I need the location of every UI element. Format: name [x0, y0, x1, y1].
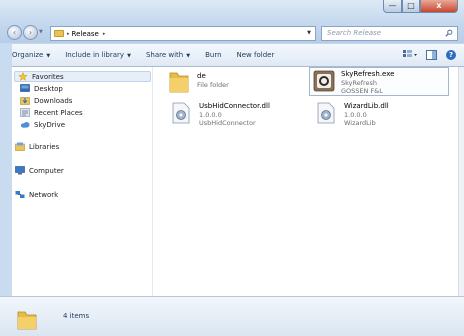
dll-gear-icon	[172, 102, 190, 124]
file-item-de[interactable]: de File folder	[168, 68, 298, 100]
new-folder-button[interactable]: New folder	[237, 51, 275, 59]
folder-icon	[54, 30, 64, 37]
libraries-icon	[15, 142, 25, 151]
help-icon[interactable]: ?	[446, 50, 456, 60]
sidebar-label-network: Network	[29, 190, 59, 199]
sidebar-item-skydrive[interactable]: SkyDrive	[20, 120, 65, 129]
file-name: SkyRefresh.exe	[341, 70, 395, 78]
file-item-text: SkyRefresh.exe SkyRefresh GOSSEN F&L	[341, 70, 394, 95]
file-description: UsbHidConnector	[199, 119, 256, 127]
preview-pane-icon[interactable]	[426, 50, 437, 60]
sidebar-label-downloads: Downloads	[34, 96, 73, 105]
address-bar[interactable]: ▸ Release ▸ ▼	[50, 26, 316, 41]
recent-pages-dropdown[interactable]: ▼	[39, 29, 43, 35]
window-frame	[0, 43, 12, 296]
folder-icon	[169, 72, 189, 93]
item-count: 4 items	[63, 312, 90, 320]
sidebar-item-desktop[interactable]: Desktop	[20, 84, 63, 93]
sidebar-label-favorites: Favorites	[32, 72, 64, 81]
sidebar-label-recent-places: Recent Places	[34, 108, 83, 117]
details-pane: 4 items	[0, 296, 464, 336]
star-icon	[18, 72, 28, 81]
close-button[interactable]: x	[420, 0, 458, 13]
chevron-down-icon: ▼	[127, 53, 131, 59]
back-button[interactable]: ‹	[7, 25, 22, 40]
sidebar-label-desktop: Desktop	[34, 84, 63, 93]
chevron-down-icon: ▼	[186, 53, 191, 59]
file-item-text: UsbHidConnector.dll 1.0.0.0 UsbHidConnec…	[199, 102, 270, 127]
search-placeholder: Search Release	[327, 29, 382, 37]
change-view-icon[interactable]	[403, 50, 417, 60]
desktop-icon	[20, 84, 30, 92]
file-description: SkyRefresh	[341, 79, 378, 87]
sidebar-item-favorites[interactable]: Favorites	[14, 71, 151, 82]
sidebar-label-skydrive: SkyDrive	[34, 120, 66, 129]
share-with-label: Share with	[145, 51, 184, 59]
computer-icon	[15, 166, 25, 175]
organize-button[interactable]: Organize ▼	[12, 51, 50, 59]
navigation-pane[interactable]: Favorites Desktop Downloads Recent Place…	[12, 67, 153, 296]
view-controls: ?	[403, 50, 456, 60]
skydrive-cloud-icon	[20, 122, 30, 128]
file-item-text: WizardLib.dll 1.0.0.0 WizardLib	[344, 102, 389, 127]
maximize-button[interactable]: □	[402, 0, 420, 13]
minimize-button[interactable]: —	[383, 0, 402, 13]
breadcrumb-release[interactable]: Release	[70, 30, 103, 38]
share-with-button[interactable]: Share with ▼	[146, 51, 190, 59]
vertical-scrollbar[interactable]	[458, 67, 464, 296]
file-item-text: de File folder	[197, 72, 229, 89]
sidebar-label-libraries: Libraries	[29, 142, 60, 151]
file-description: WizardLib	[344, 119, 376, 127]
file-version: 1.0.0.0	[344, 111, 367, 119]
sidebar-item-downloads[interactable]: Downloads	[20, 96, 72, 105]
file-type: File folder	[197, 81, 229, 89]
recent-places-icon	[20, 108, 30, 117]
folder-icon	[17, 311, 37, 330]
breadcrumb-separator[interactable]: ▸	[103, 31, 106, 37]
command-bar: Organize ▼ Include in library ▼ Share with…	[0, 43, 464, 67]
burn-button[interactable]: Burn	[205, 51, 221, 59]
dll-gear-icon	[317, 102, 335, 124]
address-dropdown-icon[interactable]: ▼	[307, 30, 311, 36]
sidebar-item-libraries[interactable]: Libraries	[15, 142, 59, 151]
file-name: WizardLib.dll	[344, 102, 389, 110]
file-item-skyrefresh[interactable]: SkyRefresh.exe SkyRefresh GOSSEN F&L	[309, 67, 449, 96]
search-input[interactable]: Search Release	[321, 26, 458, 41]
file-company: GOSSEN F&L	[341, 87, 383, 95]
chevron-down-icon: ▼	[46, 53, 51, 59]
network-icon	[15, 191, 25, 198]
file-name: UsbHidConnector.dll	[199, 102, 270, 110]
file-version: 1.0.0.0	[199, 111, 222, 119]
sidebar-item-recent-places[interactable]: Recent Places	[20, 108, 83, 117]
include-in-library-button[interactable]: Include in library ▼	[65, 51, 131, 59]
organize-label: Organize	[12, 51, 44, 59]
file-name: de	[197, 72, 206, 80]
file-item-usbhidconnector[interactable]: UsbHidConnector.dll 1.0.0.0 UsbHidConnec…	[171, 102, 301, 132]
sidebar-item-network[interactable]: Network	[15, 190, 58, 199]
include-in-library-label: Include in library	[65, 51, 125, 59]
title-bar: — □ x ‹ › ▼ ▸ Release ▸ ▼ Search Release	[0, 0, 464, 43]
sidebar-item-computer[interactable]: Computer	[15, 166, 64, 175]
downloads-folder-icon	[20, 97, 30, 105]
search-icon[interactable]	[445, 29, 453, 37]
application-icon	[313, 70, 335, 92]
sidebar-label-computer: Computer	[29, 166, 64, 175]
forward-button[interactable]: ›	[23, 25, 38, 40]
file-list[interactable]: de File folder SkyRefresh.exe SkyRefresh…	[154, 67, 458, 296]
window-controls: — □ x	[383, 0, 458, 14]
file-item-wizardlib[interactable]: WizardLib.dll 1.0.0.0 WizardLib	[316, 102, 446, 132]
